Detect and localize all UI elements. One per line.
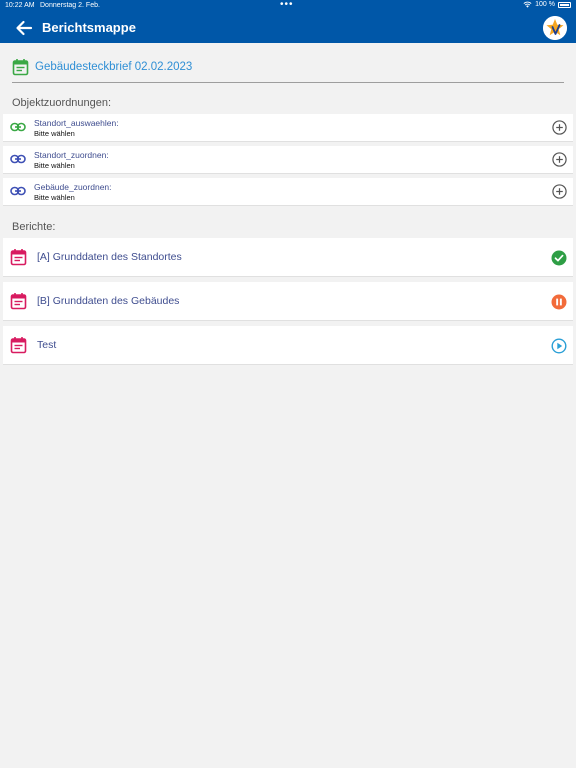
link-icon bbox=[10, 186, 26, 196]
assignment-label: Gebäude_zuordnen: bbox=[34, 182, 112, 192]
assignment-value: Bitte wählen bbox=[34, 161, 75, 170]
assignment-value: Bitte wählen bbox=[34, 193, 75, 202]
status-bar: 10:22 AM Donnerstag 2. Feb. ••• 100 % bbox=[0, 0, 576, 12]
battery-percent: 100 % bbox=[535, 1, 555, 8]
multitask-dots[interactable]: ••• bbox=[280, 0, 294, 10]
link-icon bbox=[10, 122, 26, 132]
status-indicators: 100 % bbox=[523, 1, 571, 8]
document-title: Gebäudesteckbrief 02.02.2023 bbox=[35, 61, 193, 73]
assignments-heading: Objektzuordnungen: bbox=[12, 97, 112, 109]
add-circle-icon[interactable] bbox=[552, 120, 567, 135]
assignment-value: Bitte wählen bbox=[34, 129, 75, 138]
assignment-label: Standort_zuordnen: bbox=[34, 150, 109, 160]
report-calendar-icon bbox=[10, 293, 27, 310]
link-icon bbox=[10, 154, 26, 164]
add-circle-icon[interactable] bbox=[552, 184, 567, 199]
divider bbox=[12, 82, 564, 83]
assignment-item-gebaeude-zuordnen[interactable]: Gebäude_zuordnen: Bitte wählen bbox=[3, 178, 573, 206]
status-time: 10:22 AM bbox=[5, 2, 35, 9]
report-item-a[interactable]: [A] Grunddaten des Standortes bbox=[3, 238, 573, 277]
report-calendar-icon bbox=[10, 337, 27, 354]
report-label: [B] Grunddaten des Gebäudes bbox=[37, 295, 180, 307]
reports-heading: Berichte: bbox=[12, 221, 56, 233]
report-label: Test bbox=[37, 339, 57, 351]
battery-icon bbox=[558, 1, 571, 8]
calendar-icon bbox=[12, 59, 29, 76]
back-arrow-icon[interactable] bbox=[14, 18, 34, 38]
pause-circle-icon[interactable] bbox=[551, 294, 567, 310]
document-title-row: Gebäudesteckbrief 02.02.2023 bbox=[12, 58, 192, 76]
report-calendar-icon bbox=[10, 249, 27, 266]
status-date: Donnerstag 2. Feb. bbox=[40, 2, 100, 9]
report-label: [A] Grunddaten des Standortes bbox=[37, 251, 182, 263]
app-header: 10:22 AM Donnerstag 2. Feb. ••• 100 % Be… bbox=[0, 0, 576, 43]
report-item-test[interactable]: Test bbox=[3, 326, 573, 365]
app-logo-icon[interactable] bbox=[543, 16, 567, 40]
wifi-icon bbox=[523, 1, 532, 8]
page-title: Berichtsmappe bbox=[42, 20, 136, 35]
assignment-label: Standort_auswaehlen: bbox=[34, 118, 119, 128]
assignment-item-standort-zuordnen[interactable]: Standort_zuordnen: Bitte wählen bbox=[3, 146, 573, 174]
check-circle-icon[interactable] bbox=[551, 250, 567, 266]
add-circle-icon[interactable] bbox=[552, 152, 567, 167]
assignment-item-standort-auswaehlen[interactable]: Standort_auswaehlen: Bitte wählen bbox=[3, 114, 573, 142]
play-circle-icon[interactable] bbox=[551, 338, 567, 354]
report-item-b[interactable]: [B] Grunddaten des Gebäudes bbox=[3, 282, 573, 321]
